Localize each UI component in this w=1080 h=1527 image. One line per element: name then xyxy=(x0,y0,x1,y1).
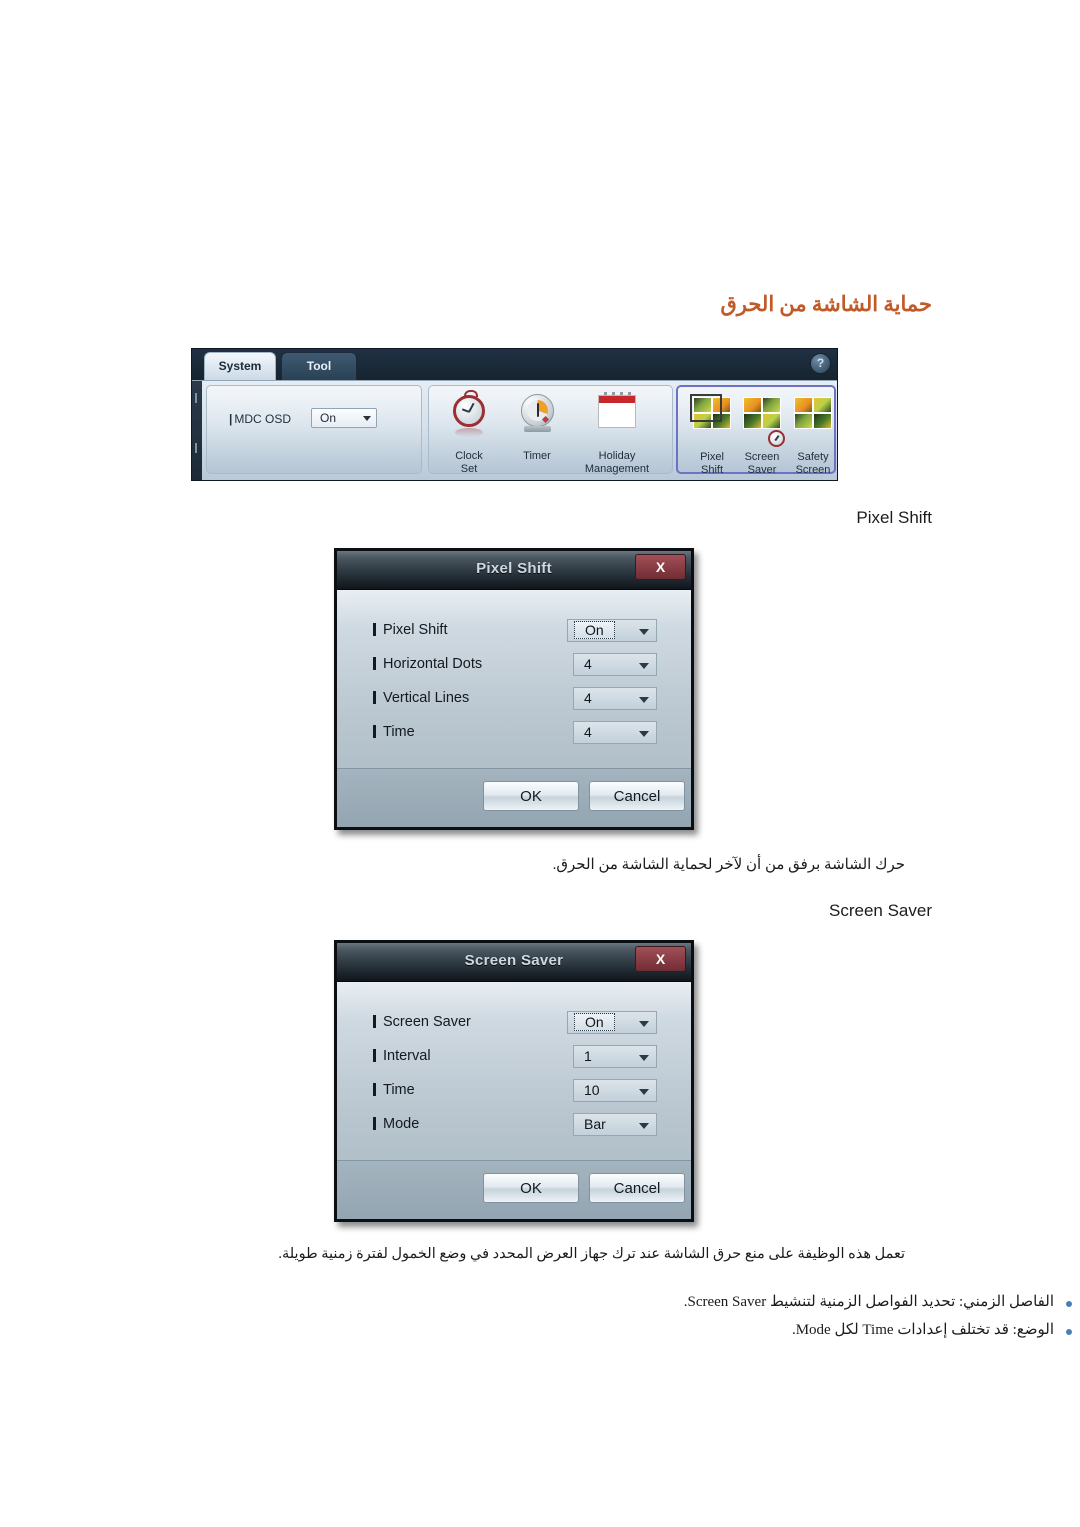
form-row-horizontal-dots: Horizontal Dots 4 xyxy=(337,652,691,686)
ribbon-content: | MDC OSD On Clock Set Timer Holiday Man… xyxy=(192,380,837,480)
field-label: Vertical Lines xyxy=(373,690,469,706)
form-row-pixel-shift: Pixel Shift On xyxy=(337,618,691,652)
dropdown-value: 4 xyxy=(584,656,592,672)
caption-screen-saver: Screen Saver xyxy=(829,901,932,920)
mdc-osd-label: | MDC OSD xyxy=(229,412,292,426)
list-item: الفاصل الزمني: تحديد الفواصل الزمنية لتن… xyxy=(175,1292,1080,1311)
form-row-screen-saver: Screen Saver On xyxy=(337,1010,691,1044)
chevron-down-icon xyxy=(639,1089,649,1095)
ribbon-item-label: Timer xyxy=(523,450,551,462)
field-label: Screen Saver xyxy=(373,1014,471,1030)
dropdown-value: On xyxy=(574,621,615,639)
ribbon-item-safety-screen[interactable]: Safety Screen xyxy=(781,391,837,476)
list-item: الوضع: قد تختلف إعدادات Time لكل Mode. xyxy=(175,1320,1080,1339)
form-row-vertical-lines: Vertical Lines 4 xyxy=(337,686,691,720)
chevron-down-icon xyxy=(363,416,371,421)
dialog-title-bar: Pixel Shift X xyxy=(337,551,691,590)
form-row-mode: Mode Bar xyxy=(337,1112,691,1146)
bullet-list: الفاصل الزمني: تحديد الفواصل الزمنية لتن… xyxy=(175,1292,1080,1348)
field-label: Interval xyxy=(373,1048,431,1064)
pixel-shift-dropdown[interactable]: On xyxy=(567,619,657,642)
form-row-time: Time 4 xyxy=(337,720,691,754)
interval-dropdown[interactable]: 1 xyxy=(573,1045,657,1068)
dropdown-value: 4 xyxy=(584,724,592,740)
mdc-osd-value: On xyxy=(320,411,337,425)
dropdown-value: On xyxy=(574,1013,615,1031)
field-label: Horizontal Dots xyxy=(373,656,482,672)
dialog-body: Pixel Shift On Horizontal Dots 4 Vertica… xyxy=(337,590,691,827)
screen-saver-dialog: Screen Saver X Screen Saver On Interval … xyxy=(334,940,694,1222)
screen-saver-icon xyxy=(739,391,785,449)
form-row-time: Time 10 xyxy=(337,1078,691,1112)
dialog-footer: OK Cancel xyxy=(337,1160,691,1219)
ok-button[interactable]: OK xyxy=(483,1173,579,1203)
dropdown-value: 10 xyxy=(584,1082,600,1098)
pixel-shift-icon xyxy=(689,391,735,449)
time-dropdown[interactable]: 10 xyxy=(573,1079,657,1102)
form-row-interval: Interval 1 xyxy=(337,1044,691,1078)
ribbon-item-timer[interactable]: Timer xyxy=(505,390,569,463)
ribbon-item-clock-set[interactable]: Clock Set xyxy=(437,390,501,475)
dropdown-value: 4 xyxy=(584,690,592,706)
dialog-footer: OK Cancel xyxy=(337,768,691,827)
dialog-body: Screen Saver On Interval 1 Time 10 Mode … xyxy=(337,982,691,1219)
ribbon-item-holiday-management[interactable]: Holiday Management xyxy=(569,390,665,475)
close-icon[interactable]: X xyxy=(635,946,686,972)
chevron-down-icon xyxy=(639,663,649,669)
group-lamp-control: LampControl xyxy=(837,385,838,474)
help-icon[interactable]: ? xyxy=(810,353,831,374)
field-label: Pixel Shift xyxy=(373,622,447,638)
field-label: Mode xyxy=(373,1116,419,1132)
group-mdc-osd: | MDC OSD On xyxy=(206,385,422,474)
chevron-down-icon xyxy=(639,1055,649,1061)
screen-saver-description: تعمل هذه الوظيفة على منع حرق الشاشة عند … xyxy=(278,1246,905,1262)
ribbon-left-edge xyxy=(192,381,202,480)
field-label: Time xyxy=(373,1082,415,1098)
dropdown-value: Bar xyxy=(584,1116,606,1132)
close-icon[interactable]: X xyxy=(635,554,686,580)
horizontal-dots-dropdown[interactable]: 4 xyxy=(573,653,657,676)
chevron-down-icon xyxy=(639,731,649,737)
time-dropdown[interactable]: 4 xyxy=(573,721,657,744)
vertical-lines-dropdown[interactable]: 4 xyxy=(573,687,657,710)
chevron-down-icon xyxy=(639,629,649,635)
mode-dropdown[interactable]: Bar xyxy=(573,1113,657,1136)
pixel-shift-note: حرك الشاشة برفق من أن لآخر لحماية الشاشة… xyxy=(552,857,905,873)
ribbon-item-label: Holiday Management xyxy=(584,450,650,475)
dropdown-value: 1 xyxy=(584,1048,592,1064)
caption-pixel-shift: Pixel Shift xyxy=(856,508,932,527)
chevron-down-icon xyxy=(639,697,649,703)
cancel-button[interactable]: Cancel xyxy=(589,1173,685,1203)
page-title: حماية الشاشة من الحرق xyxy=(720,292,933,316)
safety-screen-icon xyxy=(790,391,836,449)
tab-tool[interactable]: Tool xyxy=(281,352,357,380)
mdc-osd-dropdown[interactable]: On xyxy=(311,408,377,428)
group-schedule-tools: Clock Set Timer Holiday Management xyxy=(428,385,673,475)
screen-saver-dropdown[interactable]: On xyxy=(567,1011,657,1034)
calendar-icon xyxy=(596,390,638,448)
alarm-clock-icon xyxy=(449,390,489,448)
dialog-title-bar: Screen Saver X xyxy=(337,943,691,982)
pixel-shift-dialog: Pixel Shift X Pixel Shift On Horizontal … xyxy=(334,548,694,830)
tab-system[interactable]: System xyxy=(204,352,276,380)
field-label: Time xyxy=(373,724,415,740)
ribbon-item-label: Safety Screen xyxy=(795,451,831,476)
chevron-down-icon xyxy=(639,1123,649,1129)
group-screen-protection: Pixel Shift Screen Saver Safety Screen xyxy=(676,385,837,476)
ribbon-tab-bar: System Tool ? xyxy=(192,349,837,380)
timer-icon xyxy=(517,390,557,448)
chevron-down-icon xyxy=(639,1021,649,1027)
ok-button[interactable]: OK xyxy=(483,781,579,811)
mdc-ribbon-toolbar: System Tool ? | MDC OSD On Clock Set Tim… xyxy=(191,348,838,481)
ribbon-item-label: Clock Set xyxy=(455,450,483,475)
cancel-button[interactable]: Cancel xyxy=(589,781,685,811)
